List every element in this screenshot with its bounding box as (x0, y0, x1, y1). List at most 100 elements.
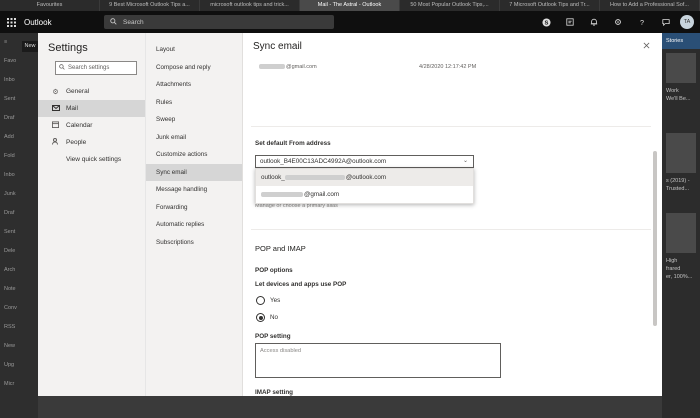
outlook-header: Outlook Search S ? TA (0, 11, 700, 33)
divider (251, 229, 651, 230)
default-from-dropdown[interactable]: outlook_B4E00C13ADC4992A@outlook.com ⌄ (255, 155, 474, 168)
bg-story-text: We'll Be... (666, 96, 691, 102)
bg-stories-header: Stories (662, 33, 700, 49)
settings-search-input[interactable]: Search settings (55, 61, 137, 75)
app-launcher-icon[interactable] (0, 11, 22, 33)
subcategory-attachments[interactable]: Attachments (146, 76, 243, 94)
browser-tab[interactable]: 7 Microsoft Outlook Tips and Tr... (500, 0, 600, 11)
browser-tab[interactable]: microsoft outlook tips and trick... (200, 0, 300, 11)
subcategory-forwarding[interactable]: Forwarding (146, 199, 243, 217)
subcategory-junk-email[interactable]: Junk email (146, 129, 243, 147)
pop-setting-textarea[interactable]: Access disabled (255, 343, 501, 378)
browser-tab[interactable]: Favourites (0, 0, 100, 11)
skype-icon[interactable]: S (534, 11, 558, 33)
subcategory-automatic-replies[interactable]: Automatic replies (146, 216, 243, 234)
subcategory-sweep[interactable]: Sweep (146, 111, 243, 129)
radio-no[interactable] (256, 313, 265, 322)
bg-nav-item: Upg (4, 362, 15, 368)
dropdown-option[interactable]: outlook_ @outlook.com (256, 169, 473, 186)
subcategory-rules[interactable]: Rules (146, 94, 243, 112)
mail-subcategories: Layout Compose and reply Attachments Rul… (146, 41, 243, 251)
background-stories-pane: Stories Work We'll Be... s (2019) - Trus… (662, 33, 700, 418)
app-name[interactable]: Outlook (24, 18, 94, 27)
gear-icon: ⚙ (52, 88, 59, 96)
search-icon (59, 64, 65, 72)
default-from-label: Set default From address (255, 140, 331, 147)
background-nav: ≡ Favo Inbo Sent Draf Add Fold Inbo Junk… (0, 33, 38, 394)
category-general[interactable]: ⚙ General (38, 83, 145, 100)
svg-text:?: ? (640, 18, 644, 26)
bg-story-text: Work (666, 88, 679, 94)
connected-account-date: 4/28/2020 12:17:42 PM (419, 64, 477, 70)
bg-story-text: Trusted... (666, 186, 690, 192)
bg-nav-item: Inbo (4, 172, 15, 178)
subcategory-message-handling[interactable]: Message handling (146, 181, 243, 199)
category-calendar[interactable]: Calendar (38, 117, 145, 134)
bg-story-image (666, 133, 696, 173)
redacted-text (259, 64, 285, 70)
browser-tab[interactable]: 50 Most Popular Outlook Tips,... (400, 0, 500, 11)
page-title: Sync email (253, 41, 302, 52)
bg-nav-item: Draf (4, 115, 15, 121)
bg-nav-item: Add (4, 134, 14, 140)
subcategory-layout[interactable]: Layout (146, 41, 243, 59)
search-box[interactable]: Search (104, 15, 334, 29)
help-icon[interactable]: ? (630, 11, 654, 33)
redacted-text (284, 174, 345, 180)
settings-search-placeholder: Search settings (68, 65, 110, 71)
bg-story-text: er, 100%... (666, 274, 693, 280)
subcategory-sync-email[interactable]: Sync email (146, 163, 243, 181)
settings-dialog: Settings Search settings ⚙ General Mail (38, 33, 662, 396)
feedback-icon[interactable] (654, 11, 678, 33)
subcategory-compose-and-reply[interactable]: Compose and reply (146, 59, 243, 77)
category-label: People (66, 139, 87, 146)
browser-tab-strip: Favourites 9 Best Microsoft Outlook Tips… (0, 0, 700, 11)
notes-icon[interactable] (558, 11, 582, 33)
email-suffix: @gmail.com (286, 64, 317, 70)
redacted-text (261, 191, 303, 197)
pop-radio-no[interactable]: No (256, 313, 278, 322)
category-label: Mail (66, 105, 78, 112)
bg-nav-item: Conv (4, 305, 17, 311)
bg-story-image (666, 213, 696, 253)
connected-account-row: @gmail.com 4/28/2020 12:17:42 PM (259, 64, 649, 70)
subcategory-customize-actions[interactable]: Customize actions (146, 146, 243, 164)
bg-nav-item: Favo (4, 58, 17, 64)
category-people[interactable]: People (38, 134, 145, 151)
mail-icon (51, 104, 60, 113)
bg-nav-item: Dele (4, 248, 16, 254)
avatar[interactable]: TA (680, 15, 694, 29)
category-label: General (66, 88, 90, 95)
bg-nav-item: New (4, 343, 16, 349)
pop-radio-yes[interactable]: Yes (256, 296, 280, 305)
radio-yes-label: Yes (270, 297, 281, 304)
subcategory-subscriptions[interactable]: Subscriptions (146, 234, 243, 252)
bell-icon[interactable] (582, 11, 606, 33)
category-mail[interactable]: Mail (38, 100, 145, 117)
dropdown-option[interactable]: @gmail.com (256, 186, 473, 203)
pop-setting-label: POP setting (255, 333, 291, 340)
browser-tab[interactable]: 9 Best Microsoft Outlook Tips a... (100, 0, 200, 11)
close-icon[interactable] (643, 41, 650, 51)
option-suffix: @outlook.com (345, 174, 387, 181)
imap-setting-label: IMAP setting (255, 389, 294, 396)
settings-categories: ⚙ General Mail Calendar People View quic… (38, 83, 145, 168)
sync-email-panel: Sync email @gmail.com 4/28/2020 12:17:42… (242, 33, 662, 396)
svg-text:S: S (544, 20, 548, 26)
gear-icon[interactable] (606, 11, 630, 33)
browser-tab[interactable]: How to Add a Professional Sof... (600, 0, 700, 11)
radio-yes[interactable] (256, 296, 265, 305)
view-quick-settings-link[interactable]: View quick settings (38, 151, 145, 168)
pop-question-label: Let devices and apps use POP (255, 281, 347, 288)
category-label: Calendar (66, 122, 93, 129)
bg-nav-item: Inbo (4, 77, 15, 83)
settings-title: Settings (48, 42, 88, 54)
bg-nav-item: Arch (4, 267, 16, 273)
bg-story-image (666, 53, 696, 83)
default-from-options: outlook_ @outlook.com @gmail.com (255, 168, 474, 204)
option-prefix: outlook_ (261, 174, 285, 181)
browser-tab-active[interactable]: Mail - The Astral - Outlook (300, 0, 400, 11)
background-folder-pane: ≡ Favo Inbo Sent Draf Add Fold Inbo Junk… (0, 33, 38, 418)
content-scrollbar[interactable] (653, 151, 657, 326)
search-icon (110, 17, 117, 27)
